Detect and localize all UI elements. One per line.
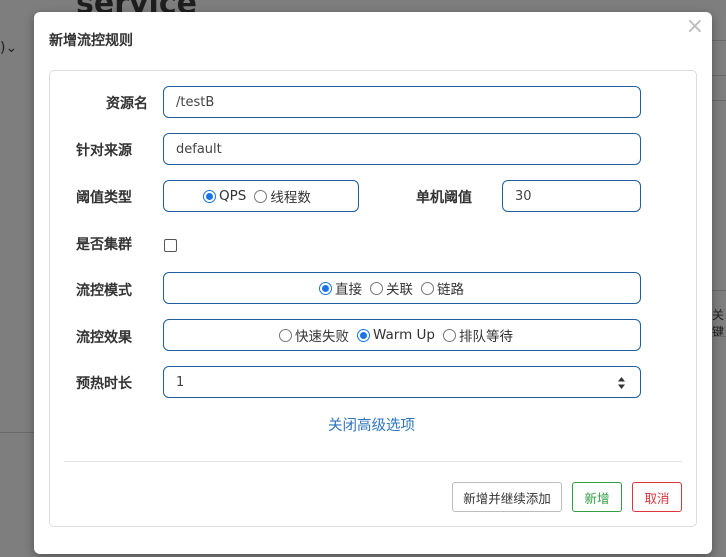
background-divider: [712, 40, 726, 41]
dialog-header: 新增流控规则 ×: [34, 12, 712, 68]
control-behavior-group: 快速失败 Warm Up 排队等待: [163, 319, 641, 351]
threshold-type-label: 阈值类型: [76, 190, 132, 206]
single-threshold-label: 单机阈值: [416, 190, 472, 206]
radio-fast-fail-button[interactable]: [279, 328, 292, 342]
flow-strategy-label: 流控模式: [76, 283, 132, 299]
radio-chain-label: 链路: [437, 282, 464, 298]
radio-fast-fail-label: 快速失败: [295, 329, 349, 345]
cluster-mode-label: 是否集群: [76, 237, 132, 253]
radio-relate[interactable]: 关联: [370, 278, 413, 298]
background-dropdown-fragment: )⌄: [0, 40, 18, 56]
limit-app-value: default: [176, 141, 222, 157]
resource-name-input[interactable]: /testB: [163, 86, 641, 118]
add-flow-rule-dialog: 新增流控规则 × 资源名 /testB 针对来源 default 阈值类型 QP…: [34, 12, 712, 554]
single-threshold-input[interactable]: 30: [502, 180, 641, 212]
toggle-advanced-options-link[interactable]: 关闭高级选项: [328, 414, 415, 435]
background-divider: [712, 75, 726, 76]
control-behavior-radios: 快速失败 Warm Up 排队等待: [279, 320, 513, 350]
radio-thread-count-button[interactable]: [254, 189, 268, 203]
radio-relate-label: 关联: [386, 282, 413, 298]
warmup-period-input[interactable]: 1: [163, 366, 641, 398]
background-divider: [712, 290, 726, 291]
radio-qps[interactable]: QPS: [203, 188, 246, 204]
add-button[interactable]: 新增: [572, 482, 622, 512]
resource-name-value: /testB: [176, 94, 215, 110]
radio-chain-button[interactable]: [421, 281, 434, 295]
radio-direct[interactable]: 直接: [319, 278, 362, 298]
limit-app-label: 针对来源: [76, 143, 132, 159]
radio-qps-label: QPS: [219, 188, 247, 204]
radio-chain[interactable]: 链路: [421, 278, 464, 298]
warmup-period-value: 1: [176, 374, 185, 390]
radio-queue-button[interactable]: [442, 328, 456, 342]
radio-warm-up-label: Warm Up: [373, 327, 435, 343]
radio-fast-fail[interactable]: 快速失败: [279, 325, 349, 345]
flow-strategy-group: 直接 关联 链路: [163, 272, 641, 304]
radio-warm-up-button[interactable]: [357, 328, 370, 342]
cancel-button[interactable]: 取消: [632, 482, 682, 512]
background-column-fragment: 关键: [712, 308, 725, 339]
flow-strategy-radios: 直接 关联 链路: [319, 273, 464, 303]
radio-qps-button[interactable]: [203, 189, 216, 203]
radio-warm-up[interactable]: Warm Up: [357, 327, 435, 343]
radio-queue-label: 排队等待: [458, 329, 513, 345]
close-icon[interactable]: ×: [686, 16, 704, 38]
number-spinner-icon[interactable]: [617, 376, 626, 390]
background-divider: [712, 100, 726, 101]
radio-direct-button[interactable]: [319, 281, 332, 295]
threshold-type-group: QPS 线程数: [163, 180, 359, 212]
form-footer-divider: [64, 461, 682, 462]
background-divider: [712, 336, 726, 337]
control-behavior-label: 流控效果: [76, 330, 132, 346]
background-divider: [0, 432, 34, 433]
radio-thread-count-label: 线程数: [270, 190, 311, 206]
cluster-mode-checkbox[interactable]: [164, 239, 177, 252]
resource-name-label: 资源名: [106, 96, 148, 112]
add-and-continue-button[interactable]: 新增并继续添加: [452, 482, 562, 512]
warmup-period-label: 预热时长: [76, 376, 132, 392]
dialog-title: 新增流控规则: [49, 33, 133, 49]
radio-relate-button[interactable]: [370, 281, 383, 295]
single-threshold-value: 30: [515, 188, 532, 204]
threshold-type-radios: QPS 线程数: [203, 181, 311, 211]
radio-queue[interactable]: 排队等待: [442, 325, 513, 345]
limit-app-input[interactable]: default: [163, 133, 641, 165]
rule-form-panel: 资源名 /testB 针对来源 default 阈值类型 QPS 线程数 单机阈…: [49, 70, 697, 527]
radio-direct-label: 直接: [335, 282, 362, 298]
radio-thread-count[interactable]: 线程数: [254, 186, 311, 206]
